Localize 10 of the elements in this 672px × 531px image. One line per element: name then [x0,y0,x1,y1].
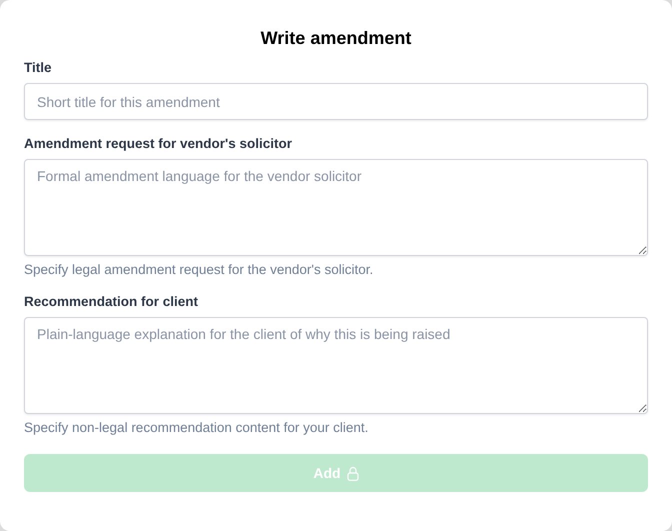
field-label: Amendment request for vendor's solicitor [24,136,294,152]
help-text: Specify non-legal recommendation content for your client. [24,420,370,436]
help-text: Specify legal amendment request for the vendor's solicitor. [24,262,374,278]
text-area[interactable]: Plain-language explanation for the client of why this is being raised [24,317,648,414]
field-label: Recommendation for client [24,294,200,310]
input-field[interactable]: Short title for this amendment [24,83,648,120]
dialog-title: Write amendment [260,27,412,50]
text-area[interactable]: Formal amendment language for the vendor solicitor [24,159,648,256]
field-label: Title [24,60,53,76]
lock-icon [346,466,359,480]
